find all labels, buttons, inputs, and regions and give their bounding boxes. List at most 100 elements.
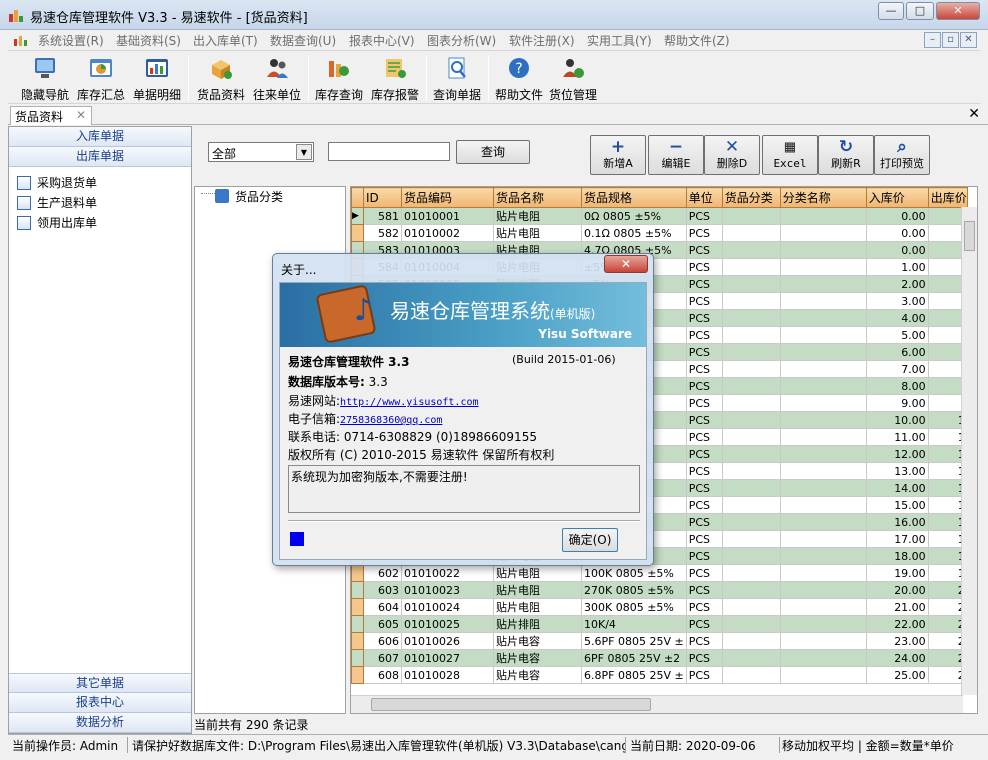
menu-stock-orders[interactable]: 出入库单(T) [193,32,258,49]
table-cell: 贴片电容 [493,649,582,667]
row-indicator[interactable] [351,564,364,582]
row-indicator[interactable] [351,615,364,633]
header-category-name[interactable]: 分类名称 [779,187,867,208]
row-indicator[interactable]: ▶ [351,207,364,225]
refresh-icon: ↻ [838,137,854,157]
table-row[interactable]: ▶ 581 01010001 贴片电阻 0Ω 0805 ±5% PCS 0.00 [351,207,968,225]
mdi-minimize-button[interactable]: – [924,32,941,48]
header-unit[interactable]: 单位 [685,187,723,208]
refresh-button[interactable]: ↻ 刷新R [818,135,874,175]
header-id[interactable]: ID [363,187,402,208]
row-indicator[interactable] [351,224,364,242]
close-button[interactable]: ✕ [936,2,980,20]
toolbar-query-orders-button[interactable]: 查询单据 [430,55,484,103]
print-preview-button[interactable]: ⌕ 打印预览 [874,135,930,175]
close-document-icon[interactable]: ✕ [968,106,980,122]
toolbar-stock-summary-button[interactable]: 库存汇总 [74,55,128,103]
tab-close-icon[interactable]: ✕ [76,108,86,122]
email-link[interactable]: 2758368360@qq.com [340,415,442,426]
nav-inbound-orders[interactable]: 入库单据 [9,127,191,147]
row-indicator[interactable] [351,666,364,684]
inventory-icon [329,61,349,77]
toolbar-order-detail-button[interactable]: 单据明细 [130,55,184,103]
vertical-scrollbar[interactable] [961,207,977,695]
search-input[interactable] [328,142,450,161]
header-name[interactable]: 货品名称 [493,187,582,208]
row-indicator[interactable] [351,598,364,616]
document-icon [17,216,31,230]
menu-data-query[interactable]: 数据查询(U) [270,32,336,49]
table-row[interactable]: 60601010026贴片电容5.6PF 0805 25V ±PCS23.002 [351,632,968,650]
nav-item-requisition[interactable]: 领用出库单 [15,213,97,233]
row-indicator[interactable] [351,632,364,650]
scroll-thumb[interactable] [371,698,651,711]
menu-tools[interactable]: 实用工具(Y) [587,32,652,49]
horizontal-scrollbar[interactable] [351,695,963,713]
table-cell: 贴片电阻 [493,581,582,599]
row-indicator[interactable] [351,581,364,599]
table-row[interactable]: 582 01010002 贴片电阻 0.1Ω 0805 ±5% PCS 0.00 [351,224,968,242]
toolbar-hide-nav-button[interactable]: 隐藏导航 [18,55,72,103]
toolbar-goods-data-button[interactable]: 货品资料 [194,55,248,103]
menu-report-center[interactable]: 报表中心(V) [349,32,415,49]
category-select[interactable]: 全部 ▼ [208,142,314,162]
mdi-close-button[interactable]: ✕ [960,32,977,48]
tree-root-goods-category[interactable]: 货品分类 [235,188,283,205]
nav-outbound-orders[interactable]: 出库单据 [9,147,191,167]
website-link[interactable]: http://www.yisusoft.com [340,397,478,408]
ok-button[interactable]: 确定(O) [562,528,618,552]
header-code[interactable]: 货品编码 [401,187,494,208]
table-row[interactable]: 60201010022贴片电阻100K 0805 ±5%PCS19.001 [351,564,968,582]
query-button[interactable]: 查询 [456,140,530,164]
toolbar-stock-alarm-button[interactable]: 库存报警 [368,55,422,103]
table-row[interactable]: 60501010025贴片排阻10K/4PCS22.002 [351,615,968,633]
header-in-price[interactable]: 入库价 [865,187,929,208]
menu-system-settings[interactable]: 系统设置(R) [38,32,104,49]
header-spec[interactable]: 货品规格 [581,187,687,208]
table-cell: PCS [685,241,723,259]
maximize-button[interactable]: □ [906,2,934,20]
nav-report-center[interactable]: 报表中心 [9,693,191,713]
table-cell: 7.00 [865,360,929,378]
status-db-path: 请保护好数据库文件: D:\Program Files\易速出入库管理软件(单机… [132,737,626,753]
nav-other-orders[interactable]: 其它单据 [9,673,191,693]
toolbar-contacts-button[interactable]: 往来单位 [250,55,304,103]
menu-registration[interactable]: 软件注册(X) [509,32,575,49]
table-row[interactable]: 60301010023贴片电阻270K 0805 ±5%PCS20.002 [351,581,968,599]
table-row[interactable]: 60701010027贴片电容6PF 0805 25V ±2PCS24.002 [351,649,968,667]
toolbar-help-button[interactable]: ? 帮助文件 [492,55,546,103]
table-cell [721,428,781,446]
edit-button[interactable]: − 编辑E [648,135,704,175]
table-cell: 01010001 [401,207,494,225]
menu-help[interactable]: 帮助文件(Z) [664,32,730,49]
about-close-button[interactable]: ✕ [604,255,648,273]
scroll-thumb[interactable] [964,221,975,251]
table-cell [721,258,781,276]
minimize-button[interactable]: — [878,2,904,20]
boxes-icon [212,60,232,79]
registration-message: 系统现为加密狗版本,不需要注册! [288,465,640,513]
delete-button[interactable]: ✕ 删除D [704,135,760,175]
menu-basic-data[interactable]: 基础资料(S) [116,32,181,49]
toolbar-location-button[interactable]: 货位管理 [546,55,600,103]
table-row[interactable]: 60401010024贴片电阻300K 0805 ±5%PCS21.002 [351,598,968,616]
table-cell: 23.00 [865,632,929,650]
table-cell [721,411,781,429]
table-row[interactable]: 60801010028贴片电容6.8PF 0805 25V ±PCS25.002 [351,666,968,684]
app-icon [9,10,23,22]
chevron-down-icon[interactable]: ▼ [296,144,312,160]
add-button[interactable]: + 新增A [590,135,646,175]
nav-data-analysis[interactable]: 数据分析 [9,713,191,733]
header-category[interactable]: 货品分类 [721,187,781,208]
tab-goods-data[interactable]: 货品资料 ✕ [10,106,92,125]
nav-item-production-return[interactable]: 生产退料单 [15,193,97,213]
menu-chart-analysis[interactable]: 图表分析(W) [427,32,496,49]
mdi-restore-button[interactable]: ▫ [942,32,959,48]
toolbar-stock-query-button[interactable]: 库存查询 [312,55,366,103]
nav-item-purchase-return[interactable]: 采购退货单 [15,173,97,193]
row-indicator[interactable] [351,649,364,667]
table-cell [779,632,867,650]
excel-button[interactable]: ▦ Excel [762,135,818,175]
header-out-price[interactable]: 出库价 [927,187,968,208]
table-cell: PCS [685,547,723,565]
